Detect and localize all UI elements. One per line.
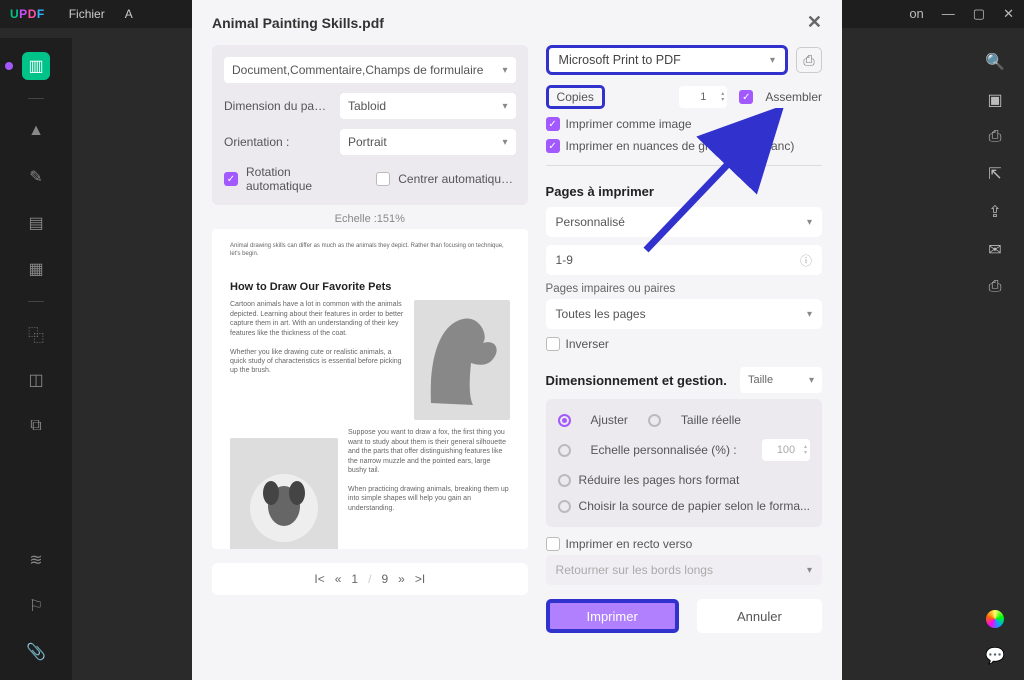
paper-source-radio[interactable] xyxy=(558,500,571,513)
window-minimize-icon[interactable]: — xyxy=(942,6,955,22)
actual-radio[interactable] xyxy=(648,414,661,427)
grayscale-label: Imprimer en nuances de gris (noir et bla… xyxy=(566,139,795,153)
page-range-input[interactable]: 1-9 ⓘ xyxy=(546,245,822,275)
copies-label: Copies xyxy=(546,85,605,109)
orientation-label: Orientation : xyxy=(224,135,332,149)
content-type-select[interactable]: Document,Commentaire,Champs de formulair… xyxy=(224,57,516,83)
rail-crop-icon[interactable]: ◫ xyxy=(22,366,50,394)
custom-scale-radio[interactable] xyxy=(558,444,571,457)
window-close-icon[interactable]: ✕ xyxy=(1003,6,1014,22)
pager-last-button[interactable]: >I xyxy=(415,572,425,586)
scale-readout: Echelle :151% xyxy=(212,213,528,225)
rail-thumbnails-icon[interactable]: ▥ xyxy=(22,52,50,80)
preview-image-2 xyxy=(230,438,338,549)
rail-compare-icon[interactable]: ⿻ xyxy=(22,320,50,348)
print-button[interactable]: Imprimer xyxy=(546,599,679,633)
dialog-title: Animal Painting Skills.pdf xyxy=(212,15,384,31)
oddeven-select[interactable]: Toutes les pages▾ xyxy=(546,299,822,329)
right-export-icon[interactable]: ⇱ xyxy=(988,164,1001,184)
pager-total: 9 xyxy=(381,572,388,586)
paper-size-label: Dimension du papi... xyxy=(224,99,332,113)
reverse-checkbox[interactable] xyxy=(546,337,560,351)
menu-other[interactable]: A xyxy=(125,7,133,21)
pager-current[interactable]: 1 xyxy=(351,572,358,586)
rail-layers-icon[interactable]: ≋ xyxy=(22,546,50,574)
pager-next-button[interactable]: » xyxy=(398,572,405,586)
orientation-select[interactable]: Portrait▾ xyxy=(340,129,516,155)
duplex-checkbox[interactable] xyxy=(546,537,560,551)
fit-label: Ajuster xyxy=(591,413,628,427)
paper-source-label: Choisir la source de papier selon le for… xyxy=(579,499,810,513)
auto-rotate-label: Rotation automatique xyxy=(246,165,349,193)
print-dialog: Animal Painting Skills.pdf ✕ Document,Co… xyxy=(192,0,842,680)
printer-properties-button[interactable]: ⎙ xyxy=(796,47,822,73)
shrink-label: Réduire les pages hors format xyxy=(579,473,740,487)
auto-rotate-checkbox[interactable]: ✓ xyxy=(224,172,238,186)
rail-form-icon[interactable]: ▤ xyxy=(22,209,50,237)
rail-text-icon[interactable]: ✎ xyxy=(22,163,50,191)
page-navigator: I< « 1 / 9 » >I xyxy=(212,563,528,595)
collate-label: Assembler xyxy=(765,90,822,104)
duplex-mode-select: Retourner sur les bords longs▾ xyxy=(546,555,822,585)
window-maximize-icon[interactable]: ▢ xyxy=(973,6,985,22)
print-as-image-label: Imprimer comme image xyxy=(566,117,692,131)
size-mode-select[interactable]: Taille▾ xyxy=(740,367,822,393)
rail-highlight-icon[interactable]: ▲ xyxy=(22,117,50,145)
right-search-icon[interactable]: 🔍 xyxy=(985,52,1005,72)
menu-frag: on xyxy=(909,6,923,22)
rail-attach-icon[interactable]: 📎 xyxy=(22,638,50,666)
fit-radio[interactable] xyxy=(558,414,571,427)
reverse-label: Inverser xyxy=(566,337,609,351)
auto-center-label: Centrer automatiquem... xyxy=(398,172,515,186)
right-print-icon[interactable]: ⎙ xyxy=(989,278,1002,296)
right-ai-icon[interactable] xyxy=(986,610,1004,628)
paper-size-select[interactable]: Tabloid▾ xyxy=(340,93,516,119)
rail-bookmark-icon[interactable]: ⚐ xyxy=(22,592,50,620)
page-preview: Animal drawing skills can differ as much… xyxy=(212,229,528,549)
shrink-radio[interactable] xyxy=(558,474,571,487)
duplex-label: Imprimer en recto verso xyxy=(566,537,693,551)
oddeven-label: Pages impaires ou paires xyxy=(546,283,822,295)
right-share-icon[interactable]: ⇪ xyxy=(988,202,1001,222)
right-mail-icon[interactable]: ✉ xyxy=(988,240,1001,260)
pages-section-title: Pages à imprimer xyxy=(546,184,822,199)
rail-batch-icon[interactable]: ⧉ xyxy=(22,412,50,440)
custom-scale-input[interactable]: 100 xyxy=(762,439,810,461)
collate-checkbox[interactable]: ✓ xyxy=(739,90,753,104)
copies-input[interactable]: 1 xyxy=(679,86,727,108)
menu-file[interactable]: Fichier xyxy=(69,7,105,21)
cancel-button[interactable]: Annuler xyxy=(697,599,822,633)
right-convert-icon[interactable]: ⎙ xyxy=(989,128,1002,146)
grayscale-checkbox[interactable]: ✓ xyxy=(546,139,560,153)
pager-prev-button[interactable]: « xyxy=(335,572,342,586)
actual-label: Taille réelle xyxy=(681,413,741,427)
pager-first-button[interactable]: I< xyxy=(314,572,324,586)
right-chat-icon[interactable]: 💬 xyxy=(985,646,1005,666)
right-ocr-icon[interactable]: ▣ xyxy=(987,90,1002,110)
app-logo: UPDF xyxy=(10,7,45,21)
auto-center-checkbox[interactable] xyxy=(376,172,390,186)
sizing-section-title: Dimensionnement et gestion. xyxy=(546,373,727,388)
rail-page-icon[interactable]: ▦ xyxy=(22,255,50,283)
preview-image-1 xyxy=(414,300,510,420)
print-as-image-checkbox[interactable]: ✓ xyxy=(546,117,560,131)
page-range-mode-select[interactable]: Personnalisé▾ xyxy=(546,207,822,237)
info-icon[interactable]: ⓘ xyxy=(800,252,812,269)
custom-scale-label: Echelle personnalisée (%) : xyxy=(591,443,737,457)
dialog-close-button[interactable]: ✕ xyxy=(807,12,822,33)
printer-select[interactable]: Microsoft Print to PDF▾ xyxy=(546,45,788,75)
